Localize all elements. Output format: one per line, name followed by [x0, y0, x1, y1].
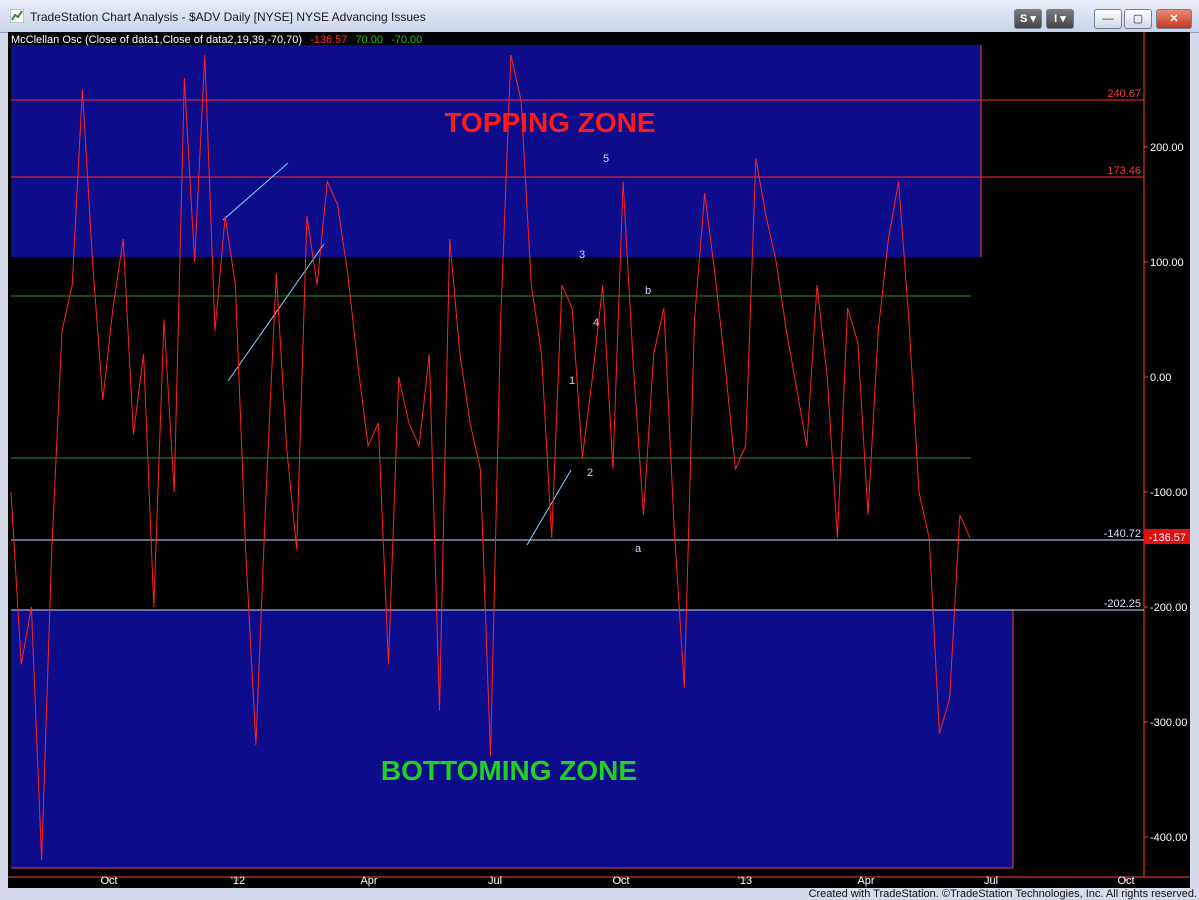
- wave-label-5: 5: [603, 153, 609, 165]
- minimize-button[interactable]: —: [1094, 9, 1122, 29]
- indicator-label: McClellan Osc (Close of data1,Close of d…: [11, 34, 302, 46]
- x-tick-label: Apr: [857, 875, 874, 887]
- tradestation-icon: [10, 9, 24, 23]
- trend-line-2: [227, 243, 325, 382]
- s-button-label: S: [1020, 13, 1028, 25]
- x-tick-label: Jul: [984, 875, 998, 887]
- indicator-upper: 70.00: [355, 34, 383, 46]
- s-menu-button[interactable]: S ▾: [1014, 9, 1042, 29]
- x-tick-label: '12: [231, 875, 245, 887]
- topping-zone-label: TOPPING ZONE: [444, 107, 655, 138]
- wave-label-3: 3: [579, 249, 585, 261]
- x-tick-label: Jul: [488, 875, 502, 887]
- y-tick-label: 100.00: [1150, 257, 1184, 269]
- x-tick-label: Oct: [1117, 875, 1134, 887]
- oscillator-chart[interactable]: TOPPING ZONE BOTTOMING ZONE 5 3 b 4 1 2 …: [8, 32, 1190, 888]
- wave-label-4: 4: [593, 317, 599, 329]
- title-bar: TradeStation Chart Analysis - $ADV Daily…: [0, 0, 1199, 33]
- y-tick-label: -100.00: [1150, 487, 1187, 499]
- wave-label-b: b: [645, 285, 651, 297]
- close-button[interactable]: ✕: [1156, 9, 1192, 29]
- level-label-minus-140: -140.72: [1104, 528, 1141, 540]
- y-tick-label: 0.00: [1150, 372, 1171, 384]
- indicator-header: McClellan Osc (Close of data1,Close of d…: [11, 34, 422, 46]
- chart-area[interactable]: TOPPING ZONE BOTTOMING ZONE 5 3 b 4 1 2 …: [8, 32, 1190, 888]
- x-tick-label: Oct: [100, 875, 117, 887]
- i-button-label: I: [1054, 13, 1058, 25]
- window-title: TradeStation Chart Analysis - $ADV Daily…: [30, 10, 426, 24]
- wave-label-1: 1: [569, 375, 575, 387]
- y-tick-label: -400.00: [1150, 832, 1187, 844]
- wave-label-2: 2: [587, 467, 593, 479]
- bottoming-zone-label: BOTTOMING ZONE: [381, 755, 637, 786]
- price-axis-ticks: 200.00 100.00 0.00 -100.00 -200.00 -300.00 -40…: [1144, 142, 1187, 844]
- restore-button[interactable]: ▢: [1124, 9, 1152, 29]
- y-tick-label: 200.00: [1150, 142, 1184, 154]
- level-label-240: 240.67: [1107, 88, 1141, 100]
- i-menu-button[interactable]: I ▾: [1046, 9, 1074, 29]
- level-label-173: 173.46: [1107, 165, 1141, 177]
- x-tick-label: '13: [738, 875, 752, 887]
- y-tick-label: -200.00: [1150, 602, 1187, 614]
- indicator-value: -136.57: [310, 34, 347, 46]
- bottoming-zone-rect: [11, 610, 1013, 868]
- level-label-minus-202: -202.25: [1104, 598, 1141, 610]
- y-tick-label: -300.00: [1150, 717, 1187, 729]
- x-tick-label: Apr: [360, 875, 377, 887]
- app-window: TradeStation Chart Analysis - $ADV Daily…: [0, 0, 1199, 900]
- wave-label-a: a: [635, 543, 642, 555]
- topping-zone-rect: [11, 45, 981, 257]
- x-tick-label: Oct: [612, 875, 629, 887]
- copyright-footer: Created with TradeStation. ©TradeStation…: [808, 888, 1197, 900]
- current-value-badge: -136.57: [1149, 532, 1186, 544]
- indicator-lower: -70.00: [391, 34, 422, 46]
